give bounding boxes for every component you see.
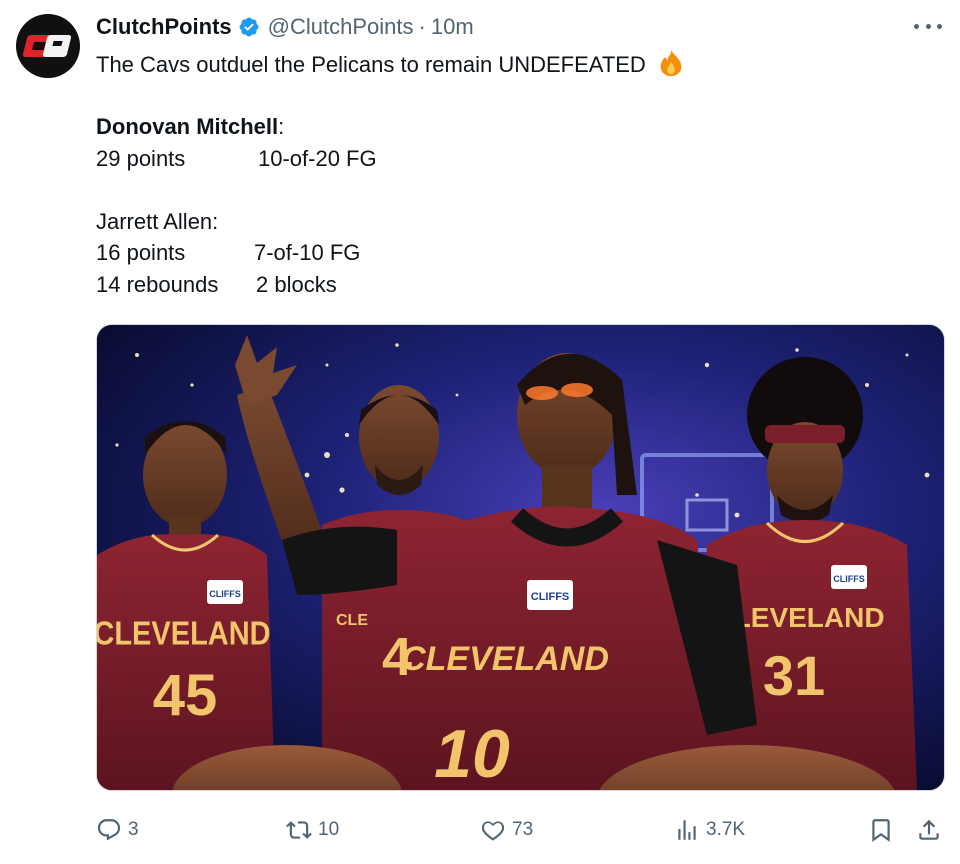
analytics-icon [678,820,696,840]
like-count: 73 [512,819,534,840]
svg-text:10: 10 [434,716,510,791]
verified-badge-icon [239,17,259,37]
tweet-header: ClutchPoints @ClutchPoints · 10m [96,12,474,42]
author-display-name[interactable]: ClutchPoints [96,14,232,40]
tweet-media-image[interactable]: CLIFFS CLEVELAND 45 4 CLE CLIFFS CLEVELA… [96,324,945,791]
svg-text:31: 31 [763,644,825,707]
svg-text:CLIFFS: CLIFFS [209,589,241,599]
repost-icon [286,821,312,839]
svg-text:45: 45 [153,663,218,728]
heart-icon [481,821,505,841]
timestamp[interactable]: 10m [431,14,474,40]
reply-button[interactable]: 3 [96,812,139,848]
reply-icon [97,819,121,841]
player2-stats-line-2: 14 rebounds 2 blocks [96,269,936,301]
headline: The Cavs outduel the Pelicans to remain … [96,52,646,77]
cavaliers-players-graphic: CLIFFS CLEVELAND 45 4 CLE CLIFFS CLEVELA… [97,325,944,791]
like-button[interactable]: 73 [480,812,533,848]
player2-stat4: 2 blocks [256,271,337,297]
avatar[interactable] [16,14,80,78]
player2-name: Jarrett Allen: [96,208,219,234]
headline-line: The Cavs outduel the Pelicans to remain … [96,48,936,80]
repost-button[interactable]: 10 [286,812,339,848]
svg-text:CLEVELAND: CLEVELAND [401,640,609,678]
views-button[interactable]: 3.7K [674,812,745,848]
player1-name-suffix: : [278,114,285,139]
separator-dot: · [418,14,426,39]
player2-stat1: 16 points [96,240,186,265]
author-handle[interactable]: @ClutchPoints [268,14,414,40]
share-icon [919,819,939,840]
svg-text:CLIFFS: CLIFFS [833,574,865,584]
player1-stats-line: 29 points 10-of-20 FG [96,143,936,175]
player1-name-line: Donovan Mitchell: [96,111,936,143]
tweet-text: The Cavs outduel the Pelicans to remain … [96,48,936,300]
player2-stats-line-1: 16 points 7-of-10 FG [96,237,936,269]
share-button[interactable] [916,812,948,848]
player2-name-line: Jarrett Allen: [96,206,936,238]
fire-emoji-icon [660,49,682,77]
player1-name: Donovan Mitchell [96,114,279,139]
player2-stat3: 14 rebounds [96,271,219,297]
tweet-action-bar: 3 10 73 3.7K [96,812,946,848]
svg-text:CLEVELAND: CLEVELAND [97,615,271,652]
repost-count: 10 [318,819,340,840]
view-count: 3.7K [706,819,746,840]
svg-text:CLIFFS: CLIFFS [531,591,570,603]
bookmark-icon [872,819,890,842]
player1-stat1: 29 points [96,145,186,171]
bookmark-button[interactable] [868,812,900,848]
svg-text:CLE: CLE [336,612,368,629]
player1-stat2: 10-of-20 FG [258,145,377,171]
player2-stat2: 7-of-10 FG [254,240,361,265]
reply-count: 3 [128,819,139,840]
more-options-icon[interactable] [914,14,942,38]
clutchpoints-logo-icon [22,35,72,57]
